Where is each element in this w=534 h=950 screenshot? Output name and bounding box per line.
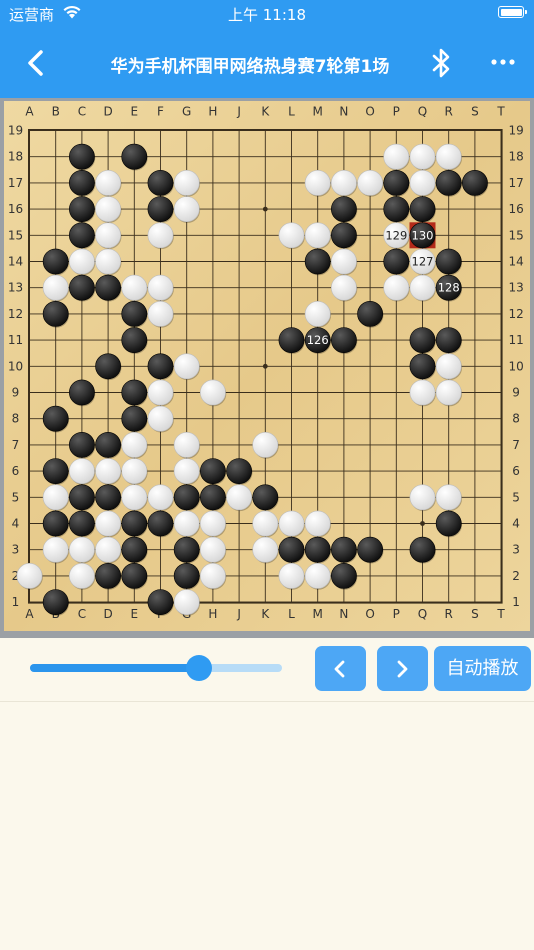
back-icon[interactable] [22,48,52,78]
row-label: 4 [512,517,520,531]
next-move-button[interactable] [377,646,428,691]
column-label: Q [418,607,427,621]
row-label: 12 [508,307,523,321]
column-label: J [236,105,241,119]
row-label: 1 [512,595,520,609]
move-slider[interactable] [30,664,282,672]
column-label: T [496,105,505,119]
row-label: 9 [12,386,20,400]
row-label: 11 [508,333,523,347]
black-stone-Q15: 130 [409,222,436,250]
row-label: 3 [12,543,20,557]
row-label: 7 [512,438,520,452]
bluetooth-icon[interactable] [427,46,455,80]
row-label: 8 [12,412,20,426]
row-label: 16 [508,202,523,216]
row-label: 13 [8,281,23,295]
move-number: 127 [412,255,434,269]
column-label: C [78,607,86,621]
column-label: T [496,607,505,621]
more-icon[interactable] [486,52,520,72]
row-label: 9 [512,386,520,400]
chevron-left-icon [334,660,345,678]
star-point [420,521,425,526]
column-label: D [103,105,112,119]
column-label: S [471,105,479,119]
row-label: 19 [508,124,523,138]
move-slider-thumb[interactable] [185,655,212,681]
column-label: P [393,607,400,621]
star-point [262,363,268,369]
row-label: 3 [512,543,520,557]
column-label: H [208,607,217,621]
row-label: 18 [8,150,23,164]
column-label: N [339,607,348,621]
row-label: 15 [8,228,23,242]
move-slider-fill [30,664,199,672]
row-label: 12 [8,307,23,321]
row-label: 16 [8,202,23,216]
column-label: N [339,105,348,119]
column-label: P [393,105,400,119]
column-label: M [313,105,323,119]
column-label: E [131,607,139,621]
column-label: A [25,607,34,621]
row-label: 14 [8,255,23,269]
row-label: 6 [512,464,520,478]
move-number: 128 [438,281,460,295]
row-label: 2 [512,569,520,583]
column-label: E [131,105,139,119]
column-label: L [288,105,295,119]
column-label: L [288,607,295,621]
column-label: Q [418,105,427,119]
column-label: S [471,607,479,621]
nav-bar: 华为手机杯围甲网络热身赛7轮第1场 [0,28,534,98]
column-label: K [261,105,270,119]
status-bar: 运营商 上午 11:18 [0,0,534,28]
go-board[interactable]: AABBCCDDEEFFGGHHJJKKLLMMNNOOPPQQRRSSTT19… [4,101,530,631]
column-label: O [365,105,374,119]
column-label: B [52,105,60,119]
row-label: 5 [512,490,520,504]
chevron-right-icon [397,660,408,678]
row-label: 18 [508,150,523,164]
row-label: 19 [8,124,23,138]
row-label: 15 [508,228,523,242]
column-label: C [78,105,86,119]
column-label: G [182,105,191,119]
auto-play-button[interactable]: 自动播放 [434,646,531,691]
row-label: 8 [512,412,520,426]
column-label: R [445,105,453,119]
column-label: O [365,607,374,621]
row-label: 10 [508,359,523,373]
column-label: F [157,105,164,119]
row-label: 4 [12,517,20,531]
row-label: 7 [12,438,20,452]
row-label: 17 [508,176,523,190]
row-label: 14 [508,255,523,269]
move-number: 126 [307,333,329,347]
column-label: M [313,607,323,621]
row-label: 17 [8,176,23,190]
page-title: 华为手机杯围甲网络热身赛7轮第1场 [110,57,390,77]
column-label: J [236,607,241,621]
row-label: 11 [8,333,23,347]
clock: 上午 11:18 [228,6,306,24]
column-label: K [261,607,270,621]
move-number: 129 [385,228,407,242]
column-label: H [208,105,217,119]
column-label: D [103,607,112,621]
column-label: R [445,607,453,621]
row-label: 10 [8,359,23,373]
prev-move-button[interactable] [315,646,366,691]
row-label: 5 [12,490,20,504]
row-label: 13 [508,281,523,295]
row-label: 6 [12,464,20,478]
row-label: 1 [12,595,20,609]
column-label: A [25,105,34,119]
star-point [262,206,268,212]
move-number: 130 [412,228,434,242]
battery-icon [498,6,527,18]
